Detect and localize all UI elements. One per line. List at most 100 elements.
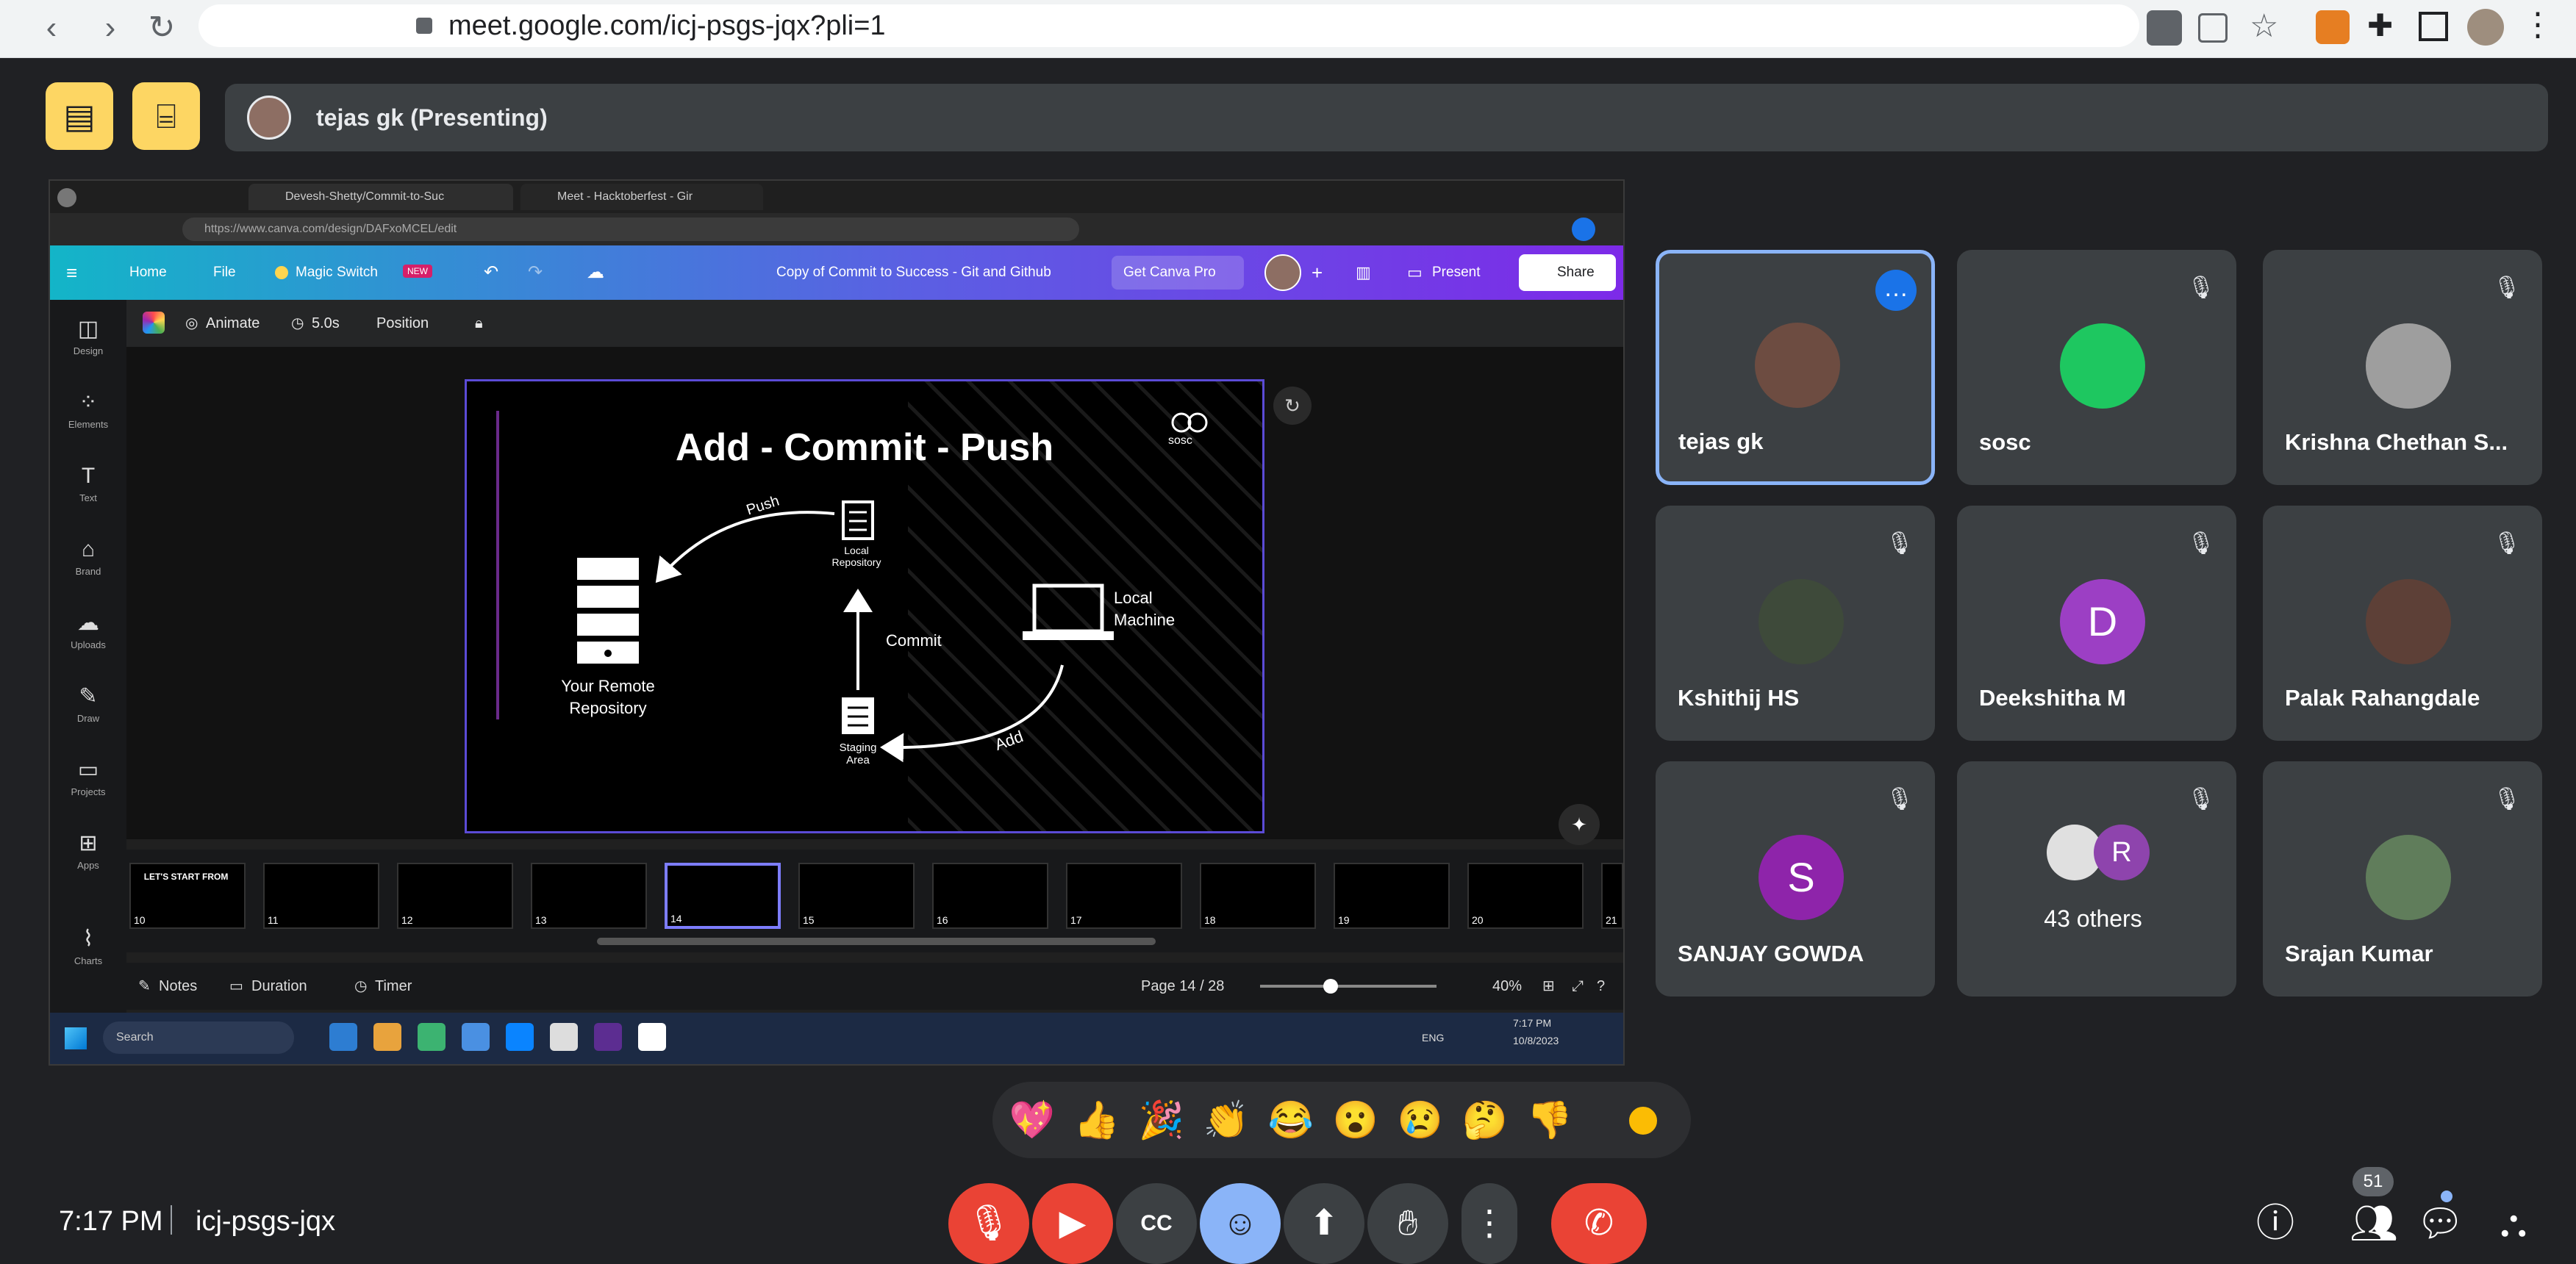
canva-position: Position [376,315,429,331]
reaction-surprised[interactable]: 😮 [1332,1096,1379,1143]
share-page-icon[interactable] [2198,13,2228,43]
thumbnail-selected: 14 [665,863,781,929]
thumbnail-number: 14 [670,913,682,924]
grid-view-icon: ⊞ [1542,978,1555,994]
participant-tile[interactable]: 🎙︎ Krishna Chethan S... [2263,250,2542,485]
participant-tile[interactable]: 🎙︎ sosc [1957,250,2236,485]
thumbnail: 13 [531,863,647,929]
camera-toggle-button[interactable]: ▶︎ [1032,1183,1113,1264]
leave-call-button[interactable]: ✆ [1551,1183,1647,1264]
side-panel-icon[interactable] [2419,12,2448,41]
magic-switch-icon [275,266,288,279]
participant-tile[interactable]: 🎙︎ D Deekshitha M [1957,506,2236,741]
mic-off-icon: 🎙︎ [1885,531,1914,556]
side-projects: ▭ Projects [50,748,126,820]
extension-icon[interactable] [2147,10,2182,46]
side-elements-label: Elements [68,419,109,430]
side-elements: ⁘ Elements [50,381,126,453]
back-icon[interactable]: ‹ [29,6,74,50]
side-draw: ✎ Draw [50,675,126,747]
participant-tile[interactable]: … tejas gk [1656,250,1935,485]
canva-home: Home [129,265,167,280]
side-text: T Text [50,454,126,526]
raise-hand-button[interactable]: ✋︎ [1367,1183,1448,1264]
reaction-thumbs-down[interactable]: 👎 [1526,1096,1573,1143]
mic-off-icon: 🎙︎ [1885,787,1914,811]
site-info-icon[interactable] [416,18,432,34]
participant-tile[interactable]: 🎙︎ Kshithij HS [1656,506,1935,741]
captions-button[interactable]: CC [1116,1183,1197,1264]
reload-icon[interactable]: ↻ [140,6,184,50]
canva-menu-icon: ≡ [66,262,78,284]
thumbnail-number: 13 [535,914,547,926]
participant-name: Krishna Chethan S... [2285,429,2508,455]
thumbnail: 12 [397,863,513,929]
slide-remote-repo: Your Remote Repository [561,677,655,717]
shared-address-row: https://www.canva.com/design/DAFxoMCEL/e… [50,213,1623,245]
taskbar-chrome-icon [418,1023,446,1051]
skin-tone-icon[interactable] [1626,1104,1660,1138]
side-draw-label: Draw [76,713,100,724]
side-uploads: ☁ Uploads [50,601,126,673]
other-avatar-initial: R [2094,825,2150,880]
thumbnail-number: 15 [803,914,815,926]
reaction-clap[interactable]: 👏 [1203,1096,1250,1143]
participant-avatar [2366,835,2451,920]
reaction-heart[interactable]: 💖 [1009,1096,1056,1143]
slide: Add - Commit - Push sosc Local Repositor… [465,379,1264,833]
thumbnail: 11 [263,863,379,929]
apps-icon: ⊞ [79,831,98,855]
thumbnail: 20 [1467,863,1584,929]
stop-presenting-icon[interactable]: ▤ [46,82,113,150]
bookmark-star-icon[interactable]: ☆ [2250,7,2278,45]
thumbnail-number: 19 [1338,914,1350,926]
reaction-party[interactable]: 🎉 [1138,1096,1185,1143]
reaction-sad[interactable]: 😢 [1397,1096,1444,1143]
color-swatch-icon [143,312,165,334]
extension-icon-2[interactable] [2316,10,2350,44]
more-options-button[interactable]: ⋮ [1461,1183,1517,1264]
participant-name: SANJAY GOWDA [1678,941,1864,966]
more-options-icon[interactable]: … [1875,270,1917,311]
taskbar-lang: ENG [1422,1032,1445,1044]
local-repo-icon [842,500,874,540]
extensions-puzzle-icon[interactable]: ✚ [2367,7,2393,43]
participant-avatar: S [1759,835,1844,920]
thumbnail-text: LET'S START FROM [143,872,229,882]
canva-magic-switch: Magic Switch [296,265,378,280]
side-projects-label: Projects [71,786,106,797]
taskbar-clock: 7:17 PM [1513,1017,1552,1029]
participant-avatar [2060,323,2145,409]
browser-menu-icon[interactable]: ⋮ [2522,6,2554,43]
shared-screen: Devesh-Shetty/Commit-to-Suc Meet - Hackt… [49,179,1625,1066]
charts-icon: ⌇ [82,927,94,951]
profile-avatar[interactable] [2467,9,2504,46]
thumbnail: 15 [798,863,915,929]
participant-name: Srajan Kumar [2285,941,2433,966]
forward-icon[interactable]: › [88,6,132,50]
thumbnail-number: 18 [1204,914,1216,926]
reaction-thinking[interactable]: 🤔 [1461,1096,1509,1143]
participant-tile[interactable]: 🎙︎ Srajan Kumar [2263,761,2542,997]
canva-toolbar: ◎ Animate ◷ 5.0s Position 🔒︎ [126,300,1623,347]
pin-presentation-icon[interactable]: ⌸ [132,82,200,150]
participant-tile[interactable]: 🎙︎ Palak Rahangdale [2263,506,2542,741]
elements-icon: ⁘ [79,390,98,414]
side-text-label: Text [79,492,97,503]
mic-off-icon: 🎙︎ [2186,276,2216,300]
mic-toggle-button[interactable]: 🎙︎ [948,1183,1029,1264]
slide-logo-text: sosc [1168,434,1192,447]
reaction-thumbs-up[interactable]: 👍 [1073,1096,1120,1143]
address-bar[interactable]: meet.google.com/icj-psgs-jqx?pli=1 [198,4,2139,47]
others-tile[interactable]: 🎙︎ R 43 others [1957,761,2236,997]
participant-tile[interactable]: 🎙︎ S SANJAY GOWDA [1656,761,1935,997]
reactions-button[interactable]: ☺ [1200,1183,1281,1264]
thumbnail: 19 [1334,863,1450,929]
shared-browser-tabs: Devesh-Shetty/Commit-to-Suc Meet - Hackt… [50,181,1623,213]
participant-avatar [1759,579,1844,664]
participant-name: Kshithij HS [1678,685,1800,711]
taskbar-edge-icon [462,1023,490,1051]
present-screen-button[interactable]: ⬆︎ [1284,1183,1364,1264]
lock-icon: 🔒︎ [475,315,483,331]
reaction-laugh[interactable]: 😂 [1267,1096,1314,1143]
